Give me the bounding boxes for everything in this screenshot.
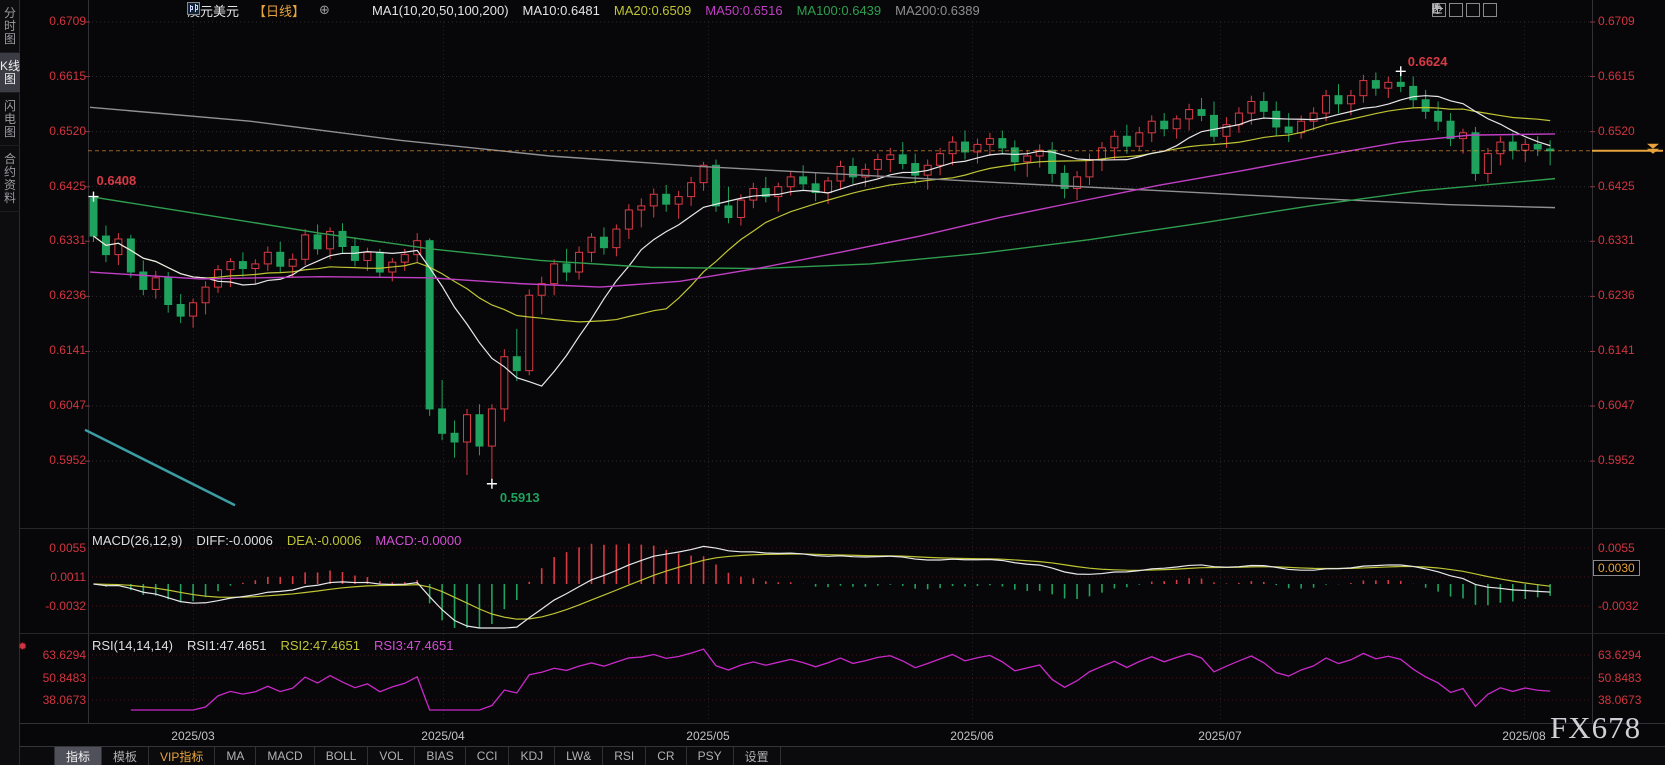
rsi-settings-icon[interactable]: ✹ xyxy=(18,640,27,653)
step-forward-icon[interactable] xyxy=(1483,3,1497,17)
price-axis-label-left: 0.6425 xyxy=(24,179,86,193)
toolbar-item-LW&[interactable]: LW& xyxy=(555,747,603,765)
price-axis-label-right: 0.5952 xyxy=(1598,453,1635,467)
toolbar-item-RSI[interactable]: RSI xyxy=(603,747,646,765)
macd-axis-label-right: 0.0055 xyxy=(1598,541,1635,555)
rsi1-value: RSI1:47.4651 xyxy=(187,638,267,653)
ma50-value: MA50:0.6516 xyxy=(705,3,782,18)
toolbar-item-CR[interactable]: CR xyxy=(646,747,686,765)
macd-axis-label-left: -0.0032 xyxy=(24,599,86,613)
sidebar-tab[interactable]: 合约资料 xyxy=(0,146,20,212)
toolbar-item-CCI[interactable]: CCI xyxy=(466,747,510,765)
month-label: 2025/06 xyxy=(937,729,1007,743)
macd-header: MACD(26,12,9) DIFF:-0.0006 DEA:-0.0006 M… xyxy=(92,533,461,548)
price-axis-label-right: 0.6331 xyxy=(1598,233,1635,247)
toolbar-item-模板[interactable]: 模板 xyxy=(102,747,149,765)
price-axis-label-left: 0.6520 xyxy=(24,124,86,138)
price-axis-label-left: 0.6331 xyxy=(24,233,86,247)
rsi3-value: RSI3:47.4651 xyxy=(374,638,454,653)
toolbar-item-KDJ[interactable]: KDJ xyxy=(509,747,555,765)
sidebar-tab[interactable]: 分时图 xyxy=(0,0,20,53)
rsi-header: RSI(14,14,14) RSI1:47.4651 RSI2:47.4651 … xyxy=(92,638,453,653)
ma10-value: MA10:0.6481 xyxy=(523,3,600,18)
auto-scale-icon[interactable] xyxy=(1449,3,1463,17)
price-axis-label-right: 0.6236 xyxy=(1598,288,1635,302)
price-axis-label-left: 0.6709 xyxy=(24,14,86,28)
price-axis-label-right: 0.6425 xyxy=(1598,179,1635,193)
month-label: 2025/05 xyxy=(673,729,743,743)
macd-dea-value: DEA:-0.0006 xyxy=(287,533,361,548)
rsi-axis-label-right: 50.8483 xyxy=(1598,671,1641,685)
chart-tool-icons xyxy=(1432,3,1497,17)
macd-macd-value: MACD:-0.0000 xyxy=(375,533,461,548)
toolbar-item-MA[interactable]: MA xyxy=(215,747,256,765)
period-tag: 【日线】 xyxy=(253,1,305,20)
rsi-axis-label-left: 63.6294 xyxy=(24,648,86,662)
indicator-toolbar: 指标模板VIP指标MAMACDBOLLVOLBIASCCIKDJLW&RSICR… xyxy=(20,746,1665,765)
ma20-value: MA20:0.6509 xyxy=(614,3,691,18)
compare-add-icon[interactable]: ⊕ xyxy=(319,2,330,18)
rsi-axis-label-right: 63.6294 xyxy=(1598,648,1641,662)
macd-axis-label-left: 0.0011 xyxy=(24,570,86,584)
chart-type-sidebar: 分时图K线图闪电图合约资料 xyxy=(0,0,20,765)
macd-current-value-box: 0.0030 xyxy=(1593,560,1640,576)
toolbar-item-BOLL[interactable]: BOLL xyxy=(315,747,369,765)
ma200-value: MA200:0.6389 xyxy=(895,3,980,18)
toolbar-item-VOL[interactable]: VOL xyxy=(368,747,415,765)
price-annotation: 0.5913 xyxy=(500,490,540,505)
toolbar-item-VIP指标[interactable]: VIP指标 xyxy=(149,747,215,765)
toolbar-item-PSY[interactable]: PSY xyxy=(687,747,734,765)
rsi-axis-label-right: 38.0673 xyxy=(1598,693,1641,707)
play-forward-icon[interactable] xyxy=(1466,3,1480,17)
ma100-value: MA100:0.6439 xyxy=(797,3,882,18)
macd-diff-value: DIFF:-0.0006 xyxy=(196,533,273,548)
price-axis-label-left: 0.6141 xyxy=(24,343,86,357)
toolbar-item-指标[interactable]: 指标 xyxy=(54,747,102,765)
price-axis-label-right: 0.6615 xyxy=(1598,69,1635,83)
rsi-axis-label-left: 38.0673 xyxy=(24,693,86,707)
price-axis-label-left: 0.6047 xyxy=(24,398,86,412)
toolbar-item-设置[interactable]: 设置 xyxy=(734,747,781,765)
macd-title: MACD(26,12,9) xyxy=(92,533,182,548)
macd-axis-label-right: -0.0032 xyxy=(1598,599,1639,613)
toolbar-item-BIAS[interactable]: BIAS xyxy=(415,747,465,765)
trading-app: { "header": { "symbol": "澳元美元", "period_… xyxy=(0,0,1665,765)
price-axis-label-right: 0.6520 xyxy=(1598,124,1635,138)
time-axis-row: 日线 ▲ 2025/05/22 星期四 xyxy=(0,723,1665,746)
price-annotation: 0.6624 xyxy=(1408,54,1448,69)
ma-settings: MA1(10,20,50,100,200) xyxy=(372,3,509,18)
month-label: 2025/07 xyxy=(1185,729,1255,743)
price-annotation: 0.6408 xyxy=(97,173,137,188)
price-axis-label-left: 0.6236 xyxy=(24,288,86,302)
chart-header: 澳元美元 【日线】 ⊕ MA1(10,20,50,100,200) MA10:0… xyxy=(187,2,980,18)
price-axis-label-left: 0.5952 xyxy=(24,453,86,467)
price-axis-label-right: 0.6047 xyxy=(1598,398,1635,412)
price-axis-label-left: 0.6615 xyxy=(24,69,86,83)
month-label: 2025/03 xyxy=(158,729,228,743)
price-axis-label-right: 0.6141 xyxy=(1598,343,1635,357)
sidebar-tab[interactable]: K线图 xyxy=(0,53,20,93)
month-label: 2025/04 xyxy=(408,729,478,743)
sidebar-tab[interactable]: 闪电图 xyxy=(0,93,20,146)
rsi2-value: RSI2:47.4651 xyxy=(280,638,360,653)
macd-axis-label-left: 0.0055 xyxy=(24,541,86,555)
rsi-title: RSI(14,14,14) xyxy=(92,638,173,653)
price-axis-label-right: 0.6709 xyxy=(1598,14,1635,28)
toolbar-item-MACD[interactable]: MACD xyxy=(256,747,314,765)
month-label: 2025/08 xyxy=(1489,729,1559,743)
rsi-axis-label-left: 50.8483 xyxy=(24,671,86,685)
